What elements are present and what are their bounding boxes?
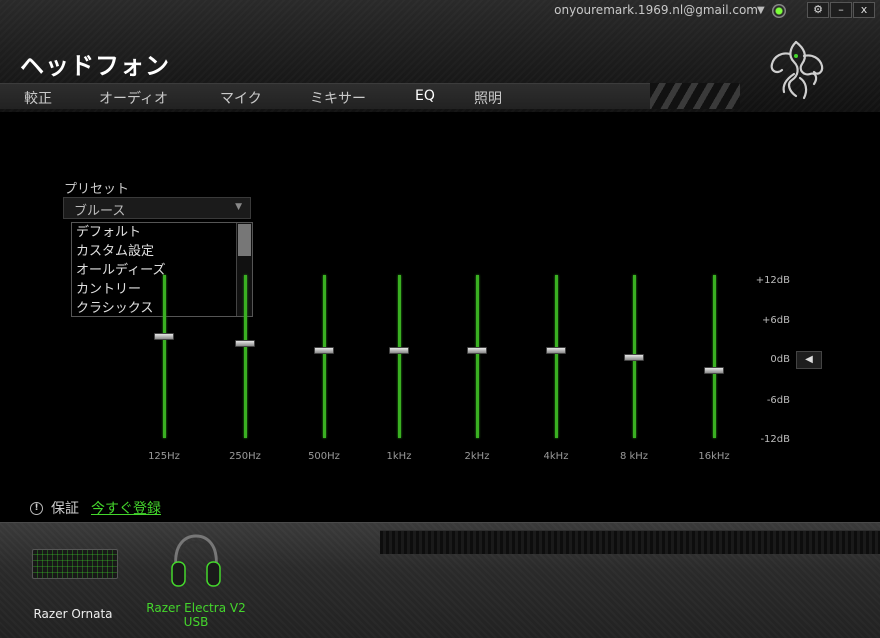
eq-freq-label: 250Hz — [229, 451, 261, 462]
preset-option[interactable]: カントリー — [72, 280, 252, 299]
eq-slider-track[interactable] — [555, 275, 558, 438]
razer-logo-icon — [770, 40, 824, 100]
db-label-plus6: +6dB — [762, 315, 790, 326]
eq-freq-label: 125Hz — [148, 451, 180, 462]
eq-slider-track[interactable] — [163, 275, 166, 438]
device-ornata-label[interactable]: Razer Ornata — [20, 607, 126, 621]
eq-slider-knob[interactable] — [467, 346, 487, 354]
eq-slider-knob[interactable] — [546, 346, 566, 354]
preset-option[interactable]: カスタム設定 — [72, 242, 252, 261]
tab-calibration[interactable]: 較正 — [24, 88, 52, 108]
tab-lighting[interactable]: 照明 — [474, 88, 502, 108]
eq-slider-track[interactable] — [476, 275, 479, 438]
eq-freq-label: 4kHz — [543, 451, 569, 462]
close-button[interactable]: x — [853, 2, 875, 18]
device-electra-subtitle: USB — [183, 615, 209, 629]
tab-mixer[interactable]: ミキサー — [310, 88, 366, 108]
eq-slider-knob[interactable] — [389, 346, 409, 354]
eq-slider-knob[interactable] — [624, 353, 644, 361]
preset-selected-value: ブルース — [74, 204, 126, 219]
status-indicator-icon — [772, 4, 786, 18]
minimize-button[interactable]: – — [830, 2, 852, 18]
preset-option[interactable]: デフォルト — [72, 223, 252, 242]
chevron-down-icon: ▼ — [235, 202, 242, 212]
device-electra-name: Razer Electra V2 — [146, 601, 246, 615]
db-label-zero: 0dB — [770, 354, 790, 365]
eq-freq-label: 8 kHz — [619, 451, 649, 462]
db-label-plus12: +12dB — [755, 275, 790, 286]
eq-freq-label: 500Hz — [308, 451, 340, 462]
tab-mic[interactable]: マイク — [220, 88, 262, 108]
eq-slider-knob[interactable] — [235, 339, 255, 347]
eq-freq-label: 16kHz — [698, 451, 730, 462]
tab-audio[interactable]: オーディオ — [99, 88, 168, 108]
settings-button[interactable]: ⚙ — [807, 2, 829, 18]
tab-bar: 較正 オーディオ マイク ミキサー EQ 照明 — [0, 83, 740, 109]
warranty-row: ! 保証 今すぐ登録 — [30, 498, 161, 518]
eq-reset-button[interactable]: ◀ — [796, 351, 822, 369]
device-electra-label[interactable]: Razer Electra V2 USB — [136, 601, 256, 629]
dropdown-scroll-thumb[interactable] — [238, 224, 251, 256]
info-icon: ! — [30, 501, 43, 515]
db-label-minus6: -6dB — [766, 395, 790, 406]
preset-option[interactable]: オールディーズ — [72, 261, 252, 280]
eq-slider-knob[interactable] — [314, 346, 334, 354]
eq-freq-label: 2kHz — [464, 451, 490, 462]
account-dropdown-icon[interactable]: ▼ — [757, 5, 765, 16]
eq-slider-track[interactable] — [323, 275, 326, 438]
db-label-minus12: -12dB — [760, 434, 790, 445]
eq-slider-track[interactable] — [713, 275, 716, 438]
eq-slider-track[interactable] — [398, 275, 401, 438]
footer-decoration — [380, 530, 880, 554]
eq-freq-label: 1kHz — [386, 451, 412, 462]
keyboard-device-icon[interactable] — [32, 549, 118, 579]
preset-dropdown-list: デフォルト カスタム設定 オールディーズ カントリー クラシックス — [71, 222, 253, 317]
register-now-link[interactable]: 今すぐ登録 — [91, 498, 161, 518]
preset-label: プリセット — [64, 182, 130, 197]
tab-bar-decoration — [650, 83, 740, 109]
preset-select[interactable]: ブルース ▼ — [63, 197, 251, 219]
warranty-label: 保証 — [51, 501, 79, 517]
eq-slider-track[interactable] — [244, 275, 247, 438]
eq-slider-knob[interactable] — [154, 333, 174, 341]
tab-eq[interactable]: EQ — [415, 88, 435, 104]
headset-device-icon[interactable] — [168, 532, 224, 590]
preset-option[interactable]: クラシックス — [72, 299, 252, 318]
page-title: ヘッドフォン — [20, 52, 170, 80]
account-email[interactable]: onyouremark.1969.nl@gmail.com — [554, 3, 758, 17]
window-controls: ⚙ – x — [806, 2, 875, 18]
eq-slider-knob[interactable] — [704, 367, 724, 375]
